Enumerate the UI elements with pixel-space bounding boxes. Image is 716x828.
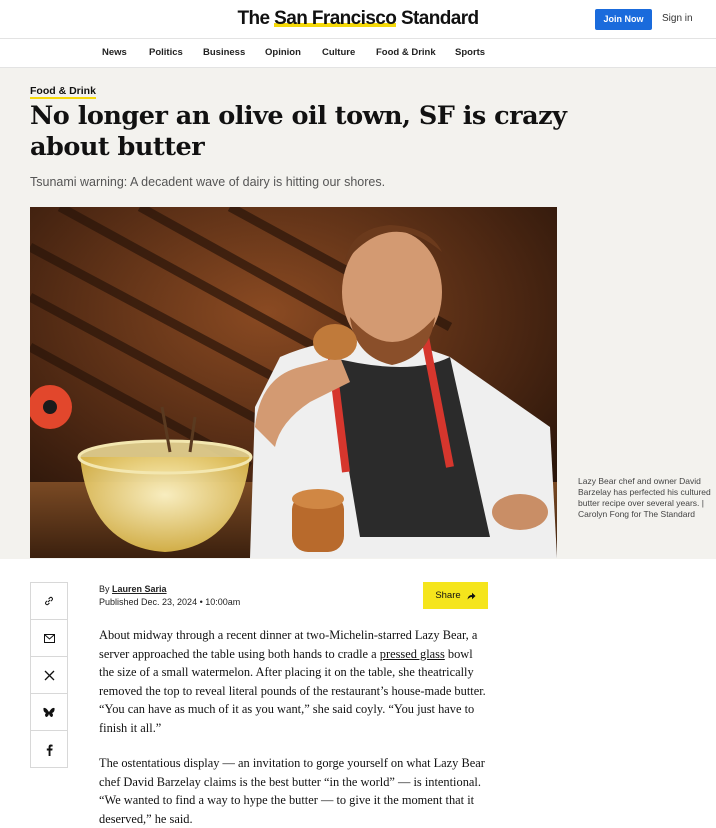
article-headline: No longer an olive oil town, SF is crazy… [30, 101, 567, 162]
nav-item-news[interactable]: News [102, 47, 127, 58]
section-nav: News Politics Business Opinion Culture F… [0, 39, 716, 68]
email-share-button[interactable] [31, 620, 67, 657]
logo-highlight: San Francisco [274, 8, 397, 29]
pressed-glass-link[interactable]: pressed glass [380, 647, 445, 661]
byline: By Lauren Saria [99, 584, 167, 594]
x-icon [44, 670, 54, 680]
nav-item-business[interactable]: Business [203, 47, 245, 58]
bluesky-icon [43, 707, 55, 717]
nav-item-sports[interactable]: Sports [455, 47, 485, 58]
email-icon [43, 633, 55, 643]
sign-in-link[interactable]: Sign in [662, 13, 693, 24]
hero-photo [30, 207, 557, 558]
nav-item-culture[interactable]: Culture [322, 47, 355, 58]
top-header: The San Francisco Standard Join Now Sign… [0, 0, 716, 39]
category-tag[interactable]: Food & Drink [30, 85, 96, 99]
logo-suffix: Standard [396, 8, 479, 29]
join-now-button[interactable]: Join Now [595, 9, 652, 30]
article-paragraph-1: About midway through a recent dinner at … [99, 626, 489, 737]
author-link[interactable]: Lauren Saria [112, 584, 167, 594]
share-button-label: Share [435, 590, 461, 601]
publish-date: Published Dec. 23, 2024 • 10:00am [99, 597, 241, 607]
facebook-icon [46, 744, 53, 756]
facebook-share-button[interactable] [31, 731, 67, 768]
bluesky-share-button[interactable] [31, 694, 67, 731]
article-dek: Tsunami warning: A decadent wave of dair… [30, 175, 386, 189]
chef-eating-butter-image [30, 207, 557, 558]
link-icon [45, 596, 53, 606]
byline-prefix: By [99, 584, 113, 594]
nav-item-politics[interactable]: Politics [149, 47, 183, 58]
nav-item-opinion[interactable]: Opinion [265, 47, 301, 58]
x-share-button[interactable] [31, 657, 67, 694]
copy-link-button[interactable] [31, 583, 67, 620]
share-button[interactable]: Share [423, 582, 488, 609]
share-rail [30, 582, 68, 768]
photo-caption: Lazy Bear chef and owner David Barzelay … [578, 476, 711, 519]
article-paragraph-2: The ostentatious display — an invitation… [99, 756, 485, 826]
share-arrow-icon [467, 592, 476, 599]
nav-item-food-drink[interactable]: Food & Drink [376, 47, 436, 58]
logo-prefix: The [237, 8, 275, 29]
